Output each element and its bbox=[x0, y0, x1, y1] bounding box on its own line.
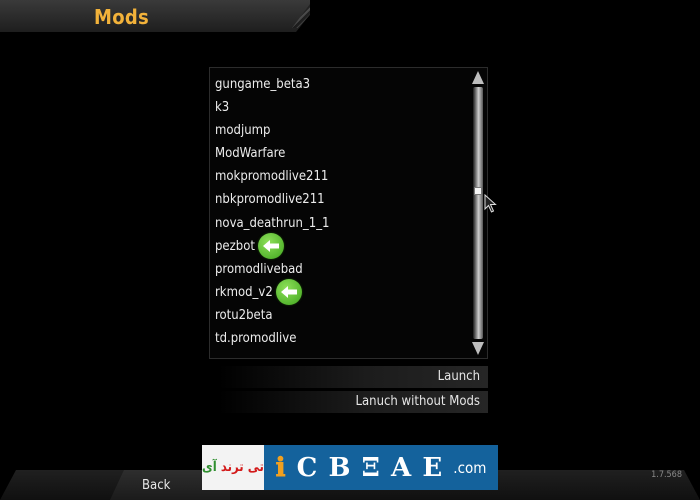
mod-name: gungame_beta3 bbox=[215, 77, 311, 92]
mod-name: promodlivebad bbox=[215, 261, 303, 277]
mod-list-item[interactable]: k3 bbox=[215, 96, 467, 119]
watermark-logo: آی تی ترند ℹ C B Ξ A E .com bbox=[202, 445, 498, 490]
watermark-persian-text: آی تی ترند bbox=[202, 445, 264, 490]
mod-name: modjump bbox=[215, 123, 271, 139]
scroll-up-arrow-icon[interactable] bbox=[472, 71, 484, 84]
scroll-thumb[interactable] bbox=[474, 187, 482, 195]
header-bar bbox=[0, 0, 310, 32]
launch-without-mods-button[interactable]: Lanuch without Mods bbox=[218, 391, 488, 413]
watermark-e2-icon: E bbox=[422, 452, 443, 483]
mod-list-item[interactable]: ModWarfare bbox=[215, 142, 467, 165]
scroll-track[interactable] bbox=[473, 87, 483, 339]
mod-list-item[interactable]: pezbot bbox=[215, 233, 467, 260]
scroll-down-arrow-icon[interactable] bbox=[472, 342, 484, 355]
mod-list-item[interactable]: rotu2beta bbox=[215, 304, 467, 327]
mod-name: pezbot bbox=[215, 238, 255, 254]
watermark-e-icon: Ξ bbox=[361, 452, 380, 483]
mod-list-item[interactable]: modjump bbox=[215, 119, 467, 142]
launch-button[interactable]: Launch bbox=[218, 366, 488, 388]
watermark-figure-icon: ℹ bbox=[275, 452, 286, 483]
watermark-a-icon: A bbox=[391, 452, 412, 483]
version-label: 1.7.568 bbox=[651, 470, 682, 480]
mod-list-item[interactable]: nova_deathrun_1_1 bbox=[215, 212, 467, 235]
mod-name: mokpromodlive211 bbox=[215, 169, 329, 185]
watermark-domain: .com bbox=[453, 458, 487, 477]
mod-list-item[interactable]: gungame_beta3 bbox=[215, 73, 467, 96]
mod-name: k3 bbox=[215, 100, 230, 116]
watermark-leaf-icon: C bbox=[296, 452, 318, 483]
mod-name: nbkpromodlive211 bbox=[215, 192, 325, 208]
mod-list: gungame_beta3 k3 modjump ModWarfare mokpromo… bbox=[215, 73, 467, 350]
page-title: Mods bbox=[94, 5, 150, 29]
mod-name: td.promodlive bbox=[215, 331, 297, 347]
mod-list-item[interactable]: mokpromodlive211 bbox=[215, 165, 467, 188]
green-left-arrow-icon bbox=[275, 279, 302, 306]
mod-list-item[interactable]: nbkpromodlive211 bbox=[215, 188, 467, 211]
mod-list-item[interactable]: promodlivebad bbox=[215, 258, 467, 281]
mouse-cursor-icon bbox=[484, 194, 497, 213]
mod-list-item[interactable]: td.promodlive bbox=[215, 327, 467, 350]
green-left-arrow-icon bbox=[257, 233, 284, 260]
watermark-blue-area: ℹ C B Ξ A E .com bbox=[264, 445, 498, 490]
mod-list-item[interactable]: rkmod_v2 bbox=[215, 279, 467, 306]
watermark-b-icon: B bbox=[328, 452, 351, 483]
mod-name: rotu2beta bbox=[215, 307, 273, 323]
mod-list-panel: gungame_beta3 k3 modjump ModWarfare mokpromo… bbox=[209, 67, 488, 359]
mod-name: ModWarfare bbox=[215, 146, 286, 162]
mod-name: rkmod_v2 bbox=[215, 284, 273, 300]
mod-name: nova_deathrun_1_1 bbox=[215, 215, 330, 231]
back-button[interactable]: Back bbox=[142, 478, 170, 493]
